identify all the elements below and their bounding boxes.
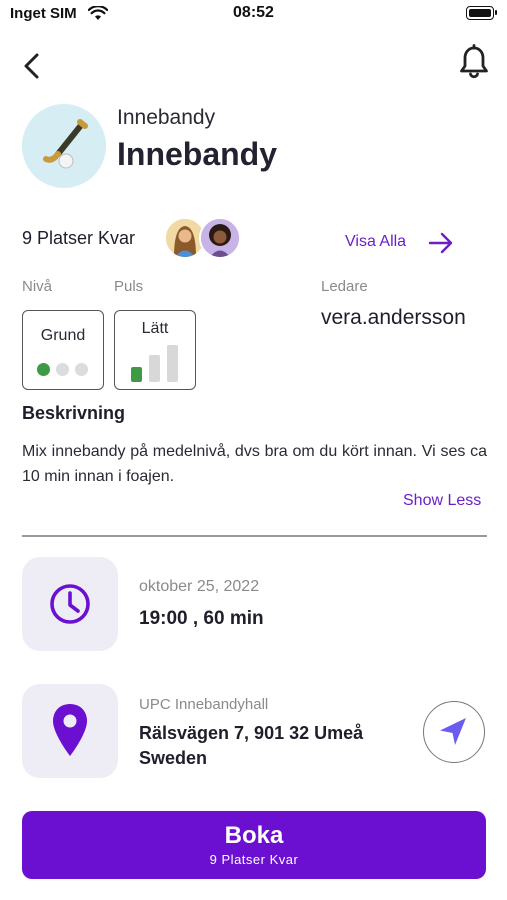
level-indicator-dot bbox=[75, 363, 88, 376]
level-card: Grund bbox=[22, 310, 104, 390]
show-less-link[interactable]: Show Less bbox=[403, 492, 481, 510]
book-button-label: Boka bbox=[224, 822, 284, 849]
level-label: Nivå bbox=[22, 278, 53, 295]
leader-label: Ledare bbox=[321, 278, 368, 295]
event-time: 19:00 , 60 min bbox=[139, 608, 264, 629]
pulse-value: Lätt bbox=[141, 320, 169, 337]
pulse-indicator-bar bbox=[149, 355, 160, 382]
activity-category: Innebandy bbox=[117, 106, 216, 129]
clock-icon bbox=[50, 584, 90, 624]
status-bar: Inget SIM 08:52 bbox=[0, 0, 507, 30]
hockey-stick-icon bbox=[43, 119, 88, 169]
clock-tile bbox=[22, 557, 118, 651]
location-tile bbox=[22, 684, 118, 778]
see-all-link[interactable]: Visa Alla bbox=[345, 233, 406, 251]
page-title: Innebandy bbox=[117, 136, 278, 172]
spots-left-label: 9 Platser Kvar bbox=[22, 228, 136, 248]
activity-avatar bbox=[22, 104, 106, 188]
event-date: oktober 25, 2022 bbox=[139, 578, 260, 595]
book-button-sublabel: 9 Platser Kvar bbox=[209, 852, 299, 867]
pulse-indicator-bar bbox=[167, 345, 178, 382]
status-time: 08:52 bbox=[233, 4, 274, 21]
description-heading: Beskrivning bbox=[22, 403, 126, 423]
bell-icon[interactable] bbox=[458, 44, 490, 80]
pulse-label: Puls bbox=[114, 278, 144, 295]
map-pin-icon bbox=[53, 704, 87, 756]
divider bbox=[22, 535, 487, 537]
level-indicator-dot bbox=[37, 363, 50, 376]
navigation-arrow-icon bbox=[440, 718, 466, 745]
level-value: Grund bbox=[40, 327, 86, 344]
participant-avatar[interactable] bbox=[199, 217, 241, 259]
venue-name: UPC Innebandyhall bbox=[139, 696, 269, 713]
leader-name: vera.andersson bbox=[321, 306, 466, 329]
level-indicator-dot bbox=[56, 363, 69, 376]
book-button[interactable]: Boka 9 Platser Kvar bbox=[22, 811, 486, 879]
description-text: Mix innebandy på medelnivå, dvs bra om d… bbox=[22, 443, 487, 485]
venue-address: Rälsvägen 7, 901 32 Umeå Sweden bbox=[139, 723, 364, 768]
battery-icon bbox=[466, 6, 497, 20]
pulse-indicator-bar bbox=[131, 367, 142, 382]
chevron-left-icon[interactable] bbox=[20, 52, 44, 80]
pulse-card: Lätt bbox=[114, 310, 196, 390]
navigate-button[interactable] bbox=[423, 701, 485, 763]
arrow-right-icon[interactable] bbox=[428, 232, 454, 254]
